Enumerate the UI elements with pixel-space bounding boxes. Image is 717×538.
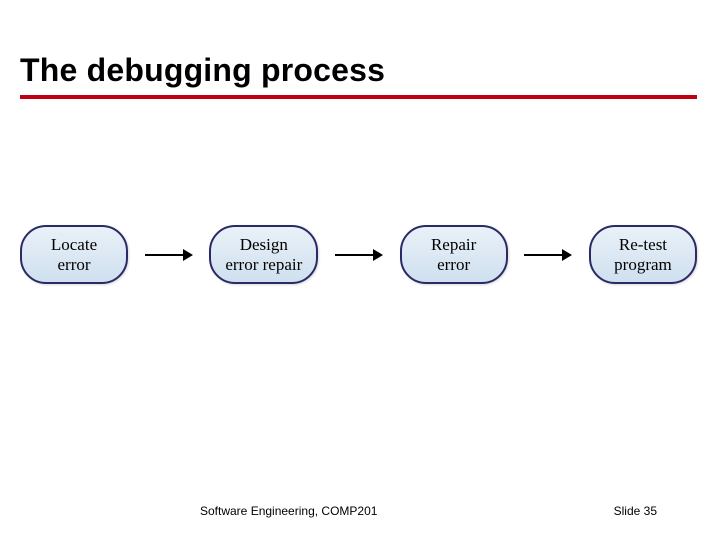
node-text-line: Repair bbox=[431, 235, 476, 254]
arrow-icon bbox=[335, 247, 383, 263]
arrow-icon bbox=[524, 247, 572, 263]
title-block: The debugging process bbox=[20, 52, 697, 99]
node-text-line: error repair bbox=[225, 255, 302, 274]
node-locate-error: Locate error bbox=[20, 225, 128, 284]
footer: Software Engineering, COMP201 Slide 35 bbox=[0, 504, 717, 518]
node-repair-error: Repair error bbox=[400, 225, 508, 284]
node-text-line: Locate bbox=[51, 235, 97, 254]
arrow-icon bbox=[145, 247, 193, 263]
node-retest-program: Re-test program bbox=[589, 225, 697, 284]
footer-slide-num: 35 bbox=[644, 504, 657, 518]
node-text-line: error bbox=[57, 255, 90, 274]
slide-title: The debugging process bbox=[20, 52, 697, 89]
node-text-line: Design bbox=[240, 235, 288, 254]
footer-course: Software Engineering, COMP201 bbox=[200, 504, 377, 518]
node-text-line: error bbox=[437, 255, 470, 274]
slide: The debugging process Locate error Desig… bbox=[0, 0, 717, 538]
node-design-error-repair: Design error repair bbox=[209, 225, 318, 284]
node-text-line: Re-test bbox=[619, 235, 667, 254]
footer-slide-number: Slide 35 bbox=[614, 504, 657, 518]
footer-slide-label: Slide bbox=[614, 504, 641, 518]
node-text-line: program bbox=[614, 255, 672, 274]
process-diagram: Locate error Design error repair Repair … bbox=[20, 225, 697, 284]
